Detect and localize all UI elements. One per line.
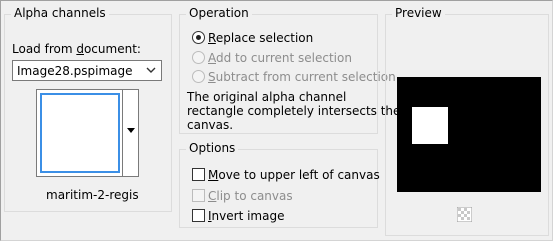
- clip-to-canvas-checkbox[interactable]: [192, 189, 205, 202]
- subtract-from-selection-label[interactable]: Subtract from current selection: [208, 70, 396, 84]
- thumbnail-dropdown-button[interactable]: [122, 89, 139, 177]
- chevron-down-icon: [146, 67, 156, 73]
- replace-selection-radio[interactable]: [192, 31, 205, 44]
- caret-down-icon: [127, 128, 135, 133]
- operation-info-line-1: The original alpha channel: [187, 90, 347, 104]
- add-to-selection-radio[interactable]: [192, 51, 205, 64]
- radio-selected-dot: [196, 35, 201, 40]
- alpha-channels-title: Alpha channels: [11, 6, 109, 20]
- invert-image-label[interactable]: Invert image: [208, 209, 284, 223]
- operation-title: Operation: [186, 6, 252, 20]
- channel-thumbnail-preview: [40, 93, 120, 173]
- channel-thumbnail[interactable]: [36, 89, 124, 177]
- clip-to-canvas-label[interactable]: Clip to canvas: [208, 189, 293, 203]
- replace-selection-label[interactable]: Replace selection: [208, 31, 313, 45]
- preview-title: Preview: [392, 6, 445, 20]
- preview-image: [397, 77, 541, 192]
- thumbnail-caption: maritim-2-regis: [46, 188, 139, 202]
- add-to-selection-label[interactable]: Add to current selection: [208, 51, 352, 65]
- transparency-checker-icon[interactable]: [457, 207, 472, 222]
- load-from-document-label: Load from document:: [12, 42, 141, 56]
- invert-image-checkbox[interactable]: [192, 209, 205, 222]
- document-select[interactable]: Image28.pspimage: [12, 60, 162, 81]
- preview-selection-shape: [412, 107, 448, 144]
- subtract-from-selection-radio[interactable]: [192, 70, 205, 83]
- operation-info-line-2: rectangle completely intersects the: [187, 104, 401, 118]
- operation-info-line-3: canvas.: [187, 118, 234, 132]
- options-title: Options: [186, 141, 239, 155]
- document-select-value: Image28.pspimage: [17, 64, 133, 78]
- move-to-upper-left-label[interactable]: Move to upper left of canvas: [208, 168, 380, 182]
- move-to-upper-left-checkbox[interactable]: [192, 168, 205, 181]
